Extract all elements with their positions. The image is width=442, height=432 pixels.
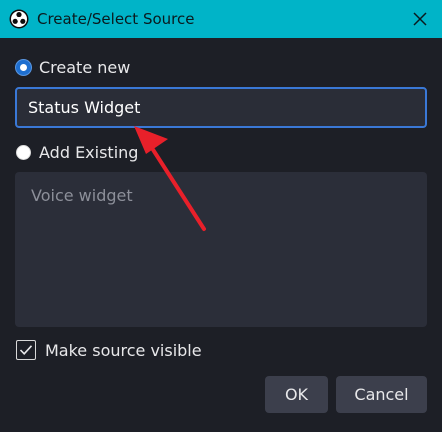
make-visible-checkbox[interactable] [16,340,36,360]
close-icon [413,12,427,26]
make-visible-label: Make source visible [45,340,202,360]
source-name-input[interactable]: Status Widget [15,87,427,128]
add-existing-radio[interactable] [16,145,31,160]
checkmark-icon [19,345,33,355]
obs-logo-icon [9,9,29,29]
add-existing-label: Add Existing [39,143,139,162]
ok-button[interactable]: OK [265,376,328,413]
close-button[interactable] [398,0,442,38]
create-new-label: Create new [39,58,131,77]
list-item[interactable]: Voice widget [31,186,427,205]
window-title: Create/Select Source [37,10,195,28]
create-new-option[interactable]: Create new [16,58,130,77]
create-select-source-dialog: Create/Select Source Create new Status W… [0,0,442,432]
create-new-radio[interactable] [16,60,31,75]
title-bar[interactable]: Create/Select Source [0,0,442,38]
make-visible-option[interactable]: Make source visible [16,340,202,360]
add-existing-option[interactable]: Add Existing [16,143,138,162]
cancel-button[interactable]: Cancel [336,376,427,413]
existing-sources-list[interactable]: Voice widget [15,172,427,327]
